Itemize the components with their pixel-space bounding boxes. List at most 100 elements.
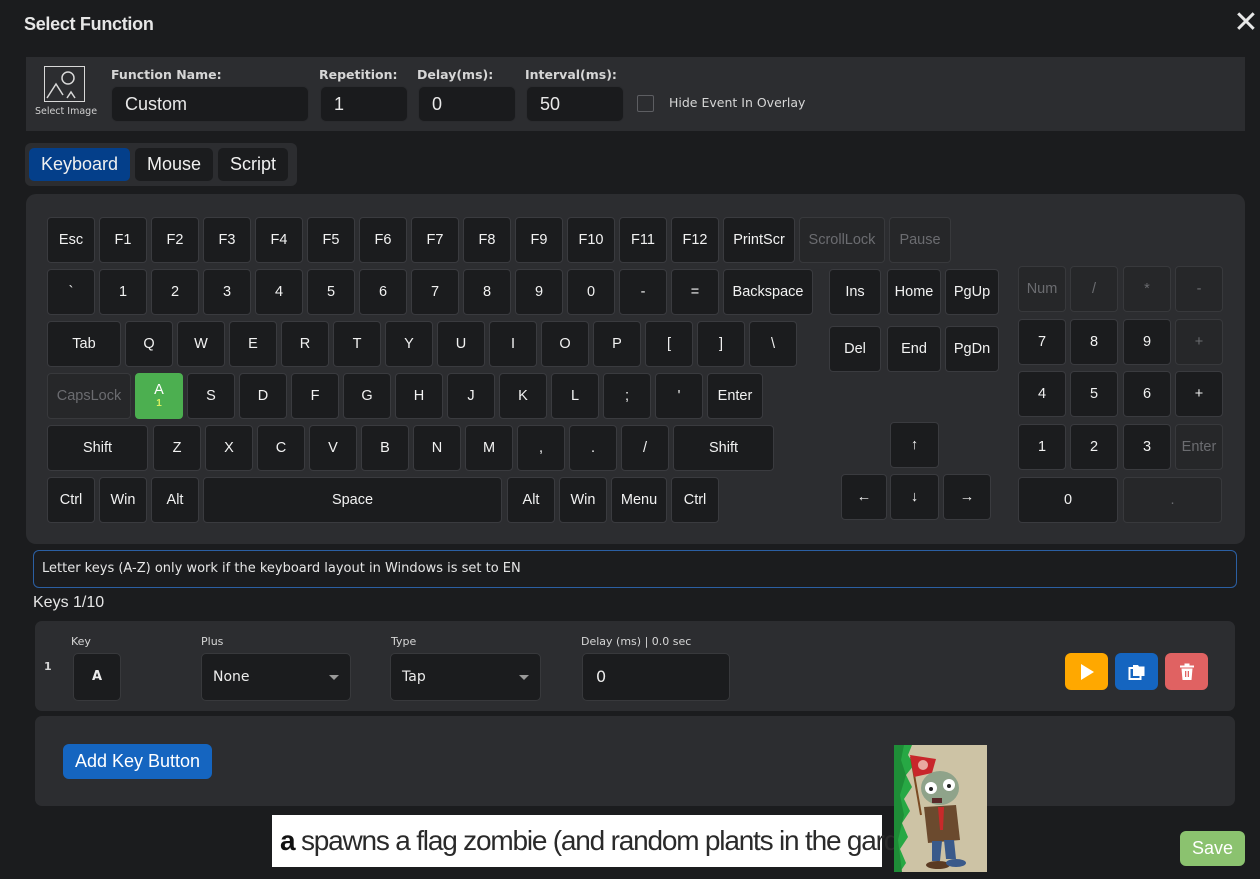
key-d[interactable]: D (239, 373, 287, 419)
key-lbracket[interactable]: [ (645, 321, 693, 367)
key-quote[interactable]: ' (655, 373, 703, 419)
key-rwin[interactable]: Win (559, 477, 607, 523)
key-num8[interactable]: 8 (1070, 319, 1118, 365)
key-x[interactable]: X (205, 425, 253, 471)
key-num6[interactable]: 6 (1123, 371, 1171, 417)
key-ralt[interactable]: Alt (507, 477, 555, 523)
key-f2[interactable]: F2 (151, 217, 199, 263)
key-menu[interactable]: Menu (611, 477, 667, 523)
delete-button[interactable] (1165, 653, 1208, 690)
hide-event-checkbox[interactable] (637, 95, 654, 112)
key-8[interactable]: 8 (463, 269, 511, 315)
key-p[interactable]: P (593, 321, 641, 367)
select-image-button[interactable]: Select Image (34, 62, 98, 122)
repetition-input[interactable]: 1 (320, 86, 408, 122)
key-m[interactable]: M (465, 425, 513, 471)
key-g[interactable]: G (343, 373, 391, 419)
key-ins[interactable]: Ins (829, 269, 881, 315)
tab-mouse[interactable]: Mouse (135, 148, 213, 181)
key-left[interactable]: ← (841, 474, 887, 520)
key-pgdn[interactable]: PgDn (945, 326, 999, 372)
key-period[interactable]: . (569, 425, 617, 471)
key-r[interactable]: R (281, 321, 329, 367)
key-u[interactable]: U (437, 321, 485, 367)
play-button[interactable] (1065, 653, 1108, 690)
key-semicolon[interactable]: ; (603, 373, 651, 419)
key-7[interactable]: 7 (411, 269, 459, 315)
key-num1[interactable]: 1 (1018, 424, 1066, 470)
duplicate-button[interactable] (1115, 653, 1158, 690)
key-pause[interactable]: Pause (889, 217, 951, 263)
key-num-multiply[interactable]: * (1123, 266, 1171, 312)
key-3[interactable]: 3 (203, 269, 251, 315)
key-lalt[interactable]: Alt (151, 477, 199, 523)
key-backtick[interactable]: ` (47, 269, 95, 315)
key-equals[interactable]: = (671, 269, 719, 315)
delay-ms-input[interactable]: 0 (582, 653, 730, 701)
key-end[interactable]: End (887, 326, 941, 372)
key-space[interactable]: Space (203, 477, 502, 523)
key-5[interactable]: 5 (307, 269, 355, 315)
tab-keyboard[interactable]: Keyboard (29, 148, 130, 181)
key-f9[interactable]: F9 (515, 217, 563, 263)
interval-input[interactable]: 50 (526, 86, 624, 122)
key-slash[interactable]: / (621, 425, 669, 471)
key-y[interactable]: Y (385, 321, 433, 367)
key-k[interactable]: K (499, 373, 547, 419)
key-capslock[interactable]: CapsLock (47, 373, 131, 419)
key-f8[interactable]: F8 (463, 217, 511, 263)
key-6[interactable]: 6 (359, 269, 407, 315)
key-tab[interactable]: Tab (47, 321, 121, 367)
key-rbracket[interactable]: ] (697, 321, 745, 367)
key-o[interactable]: O (541, 321, 589, 367)
key-backspace[interactable]: Backspace (723, 269, 813, 315)
close-icon[interactable]: ✕ (1232, 8, 1260, 38)
key-num2[interactable]: 2 (1070, 424, 1118, 470)
key-backslash[interactable]: \ (749, 321, 797, 367)
key-num-plus[interactable]: + (1175, 371, 1223, 417)
key-w[interactable]: W (177, 321, 225, 367)
key-z[interactable]: Z (153, 425, 201, 471)
key-4[interactable]: 4 (255, 269, 303, 315)
key-down[interactable]: ↓ (890, 474, 939, 520)
key-lwin[interactable]: Win (99, 477, 147, 523)
key-home[interactable]: Home (887, 269, 941, 315)
key-del[interactable]: Del (829, 326, 881, 372)
key-i[interactable]: I (489, 321, 537, 367)
key-num-decimal[interactable]: . (1123, 477, 1222, 523)
delay-input[interactable]: 0 (418, 86, 516, 122)
key-f[interactable]: F (291, 373, 339, 419)
plus-select[interactable]: None (201, 653, 351, 701)
key-num-plus-top[interactable]: + (1175, 319, 1223, 365)
key-0[interactable]: 0 (567, 269, 615, 315)
key-h[interactable]: H (395, 373, 443, 419)
key-1[interactable]: 1 (99, 269, 147, 315)
key-l[interactable]: L (551, 373, 599, 419)
key-lctrl[interactable]: Ctrl (47, 477, 95, 523)
key-9[interactable]: 9 (515, 269, 563, 315)
key-enter[interactable]: Enter (707, 373, 763, 419)
key-e[interactable]: E (229, 321, 277, 367)
key-f1[interactable]: F1 (99, 217, 147, 263)
type-select[interactable]: Tap (390, 653, 541, 701)
key-f11[interactable]: F11 (619, 217, 667, 263)
key-num3[interactable]: 3 (1123, 424, 1171, 470)
key-v[interactable]: V (309, 425, 357, 471)
key-scrolllock[interactable]: ScrollLock (799, 217, 885, 263)
key-num5[interactable]: 5 (1070, 371, 1118, 417)
key-c[interactable]: C (257, 425, 305, 471)
key-numlock[interactable]: Num (1018, 266, 1066, 312)
key-value-box[interactable]: A (73, 653, 121, 701)
key-2[interactable]: 2 (151, 269, 199, 315)
key-a[interactable]: A1 (135, 373, 183, 419)
save-button[interactable]: Save (1180, 831, 1245, 866)
key-rctrl[interactable]: Ctrl (671, 477, 719, 523)
key-j[interactable]: J (447, 373, 495, 419)
key-lshift[interactable]: Shift (47, 425, 148, 471)
function-name-input[interactable]: Custom (111, 86, 309, 122)
key-num9[interactable]: 9 (1123, 319, 1171, 365)
key-f12[interactable]: F12 (671, 217, 719, 263)
key-printscr[interactable]: PrintScr (723, 217, 795, 263)
key-num7[interactable]: 7 (1018, 319, 1066, 365)
key-pgup[interactable]: PgUp (945, 269, 999, 315)
